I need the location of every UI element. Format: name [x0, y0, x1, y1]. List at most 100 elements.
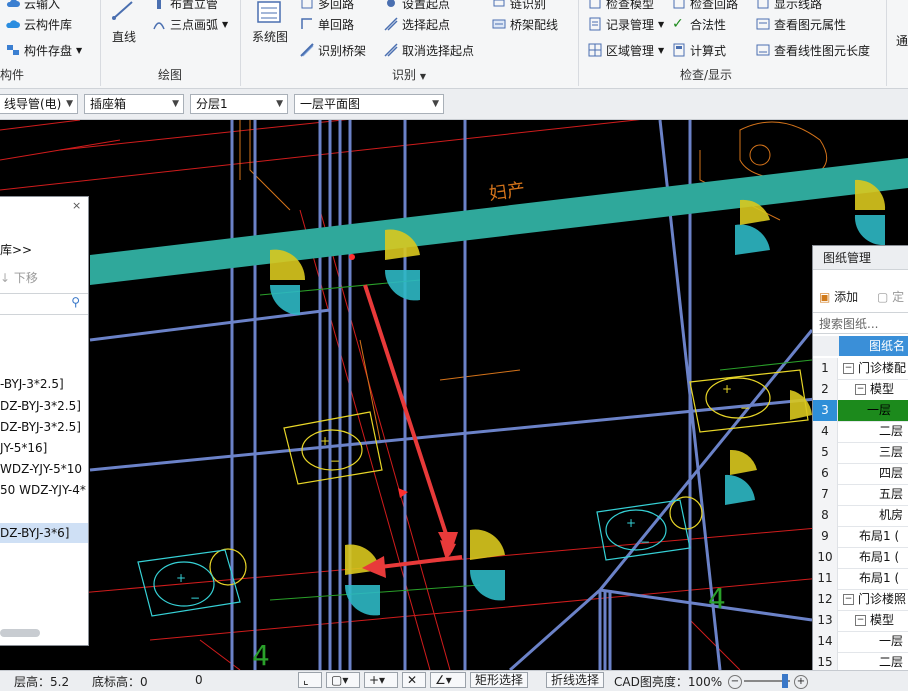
layer-select[interactable]: 分层1 ▼ — [190, 94, 288, 114]
zoom-in-icon[interactable]: + — [794, 675, 808, 689]
three-point-arc-button[interactable]: 三点画弧 ▼ — [152, 15, 228, 33]
cancel-select-start-button[interactable]: 取消选择起点 — [384, 41, 474, 59]
tree-node[interactable]: 四层 — [879, 463, 903, 484]
filter-input[interactable]: ⚲ — [0, 293, 88, 315]
table-row[interactable]: 4 二层 — [813, 421, 908, 443]
floor-select[interactable]: 一层平面图 ▼ — [294, 94, 444, 114]
identify-tray-button[interactable]: 识别桥架 — [300, 41, 366, 59]
tree-node[interactable]: 一层 — [879, 631, 903, 652]
table-row[interactable]: 7 五层 — [813, 484, 908, 506]
legality-button[interactable]: ✓ 合法性 — [672, 15, 726, 33]
tray-wiring-icon — [492, 17, 506, 31]
column-header[interactable]: 图纸名 — [839, 336, 908, 356]
component-save-button[interactable]: 构件存盘 ▼ — [6, 41, 82, 59]
collapse-icon[interactable]: − — [843, 594, 854, 605]
list-item[interactable]: 50 WDZ-YJY-4* — [0, 483, 86, 497]
svg-text:+: + — [320, 434, 330, 448]
drawing-search-input[interactable]: 搜索图纸... — [813, 312, 908, 334]
chevron-down-icon: ▼ — [222, 19, 229, 29]
table-row[interactable]: 9 布局1 ( — [813, 526, 908, 548]
general-button[interactable]: 通 — [896, 31, 908, 49]
tree-node[interactable]: − 门诊楼配 — [843, 358, 906, 379]
system-diagram-button[interactable]: 系统图 — [248, 0, 294, 60]
tree-node[interactable]: 布局1 ( — [859, 568, 899, 589]
type-select[interactable]: 线导管(电) ▼ — [0, 94, 78, 114]
arrange-riser-button[interactable]: 布置立管 — [152, 0, 218, 12]
tree-node[interactable]: 布局1 ( — [859, 526, 899, 547]
tree-node[interactable]: 三层 — [879, 442, 903, 463]
table-row[interactable]: 2 − 模型 — [813, 379, 908, 401]
tree-node[interactable]: 机房 — [879, 505, 903, 526]
table-row[interactable]: 11 布局1 ( — [813, 568, 908, 590]
ortho-toggle[interactable]: ⌞ — [298, 672, 322, 688]
cad-drawing-canvas[interactable]: + − + − + − + − 妇产 4 4 — [0, 120, 908, 670]
tree-node[interactable]: − 模型 — [855, 610, 894, 631]
add-drawing-button[interactable]: ▣ 添加 — [819, 288, 858, 305]
check-model-button[interactable]: 检查模型 — [588, 0, 654, 12]
tree-node[interactable]: 二层 — [879, 421, 903, 442]
ortho-icon: ⌞ — [303, 673, 309, 687]
selected-start-point[interactable] — [349, 254, 355, 260]
table-row[interactable]: 5 三层 — [813, 442, 908, 464]
tree-node[interactable]: − 模型 — [855, 379, 894, 400]
record-manage-button[interactable]: 记录管理 ▼ — [588, 15, 664, 33]
close-icon[interactable]: × — [72, 199, 81, 212]
table-row[interactable]: 12− 门诊楼照 — [813, 589, 908, 611]
tray-wiring-button[interactable]: 桥架配线 — [492, 15, 558, 33]
show-path-button[interactable]: 显示线路 — [756, 0, 822, 12]
cross-toggle[interactable]: ✕ — [402, 672, 426, 688]
zoom-out-icon[interactable]: − — [728, 675, 742, 689]
locate-button[interactable]: ▢ 定 — [877, 288, 904, 305]
table-row[interactable]: 8 机房 — [813, 505, 908, 527]
move-down-button[interactable]: ↓ 下移 — [0, 269, 38, 286]
check-loop-icon — [672, 0, 686, 10]
set-start-button[interactable]: 设置起点 — [384, 0, 450, 12]
library-link[interactable]: 库>> — [0, 241, 32, 258]
cloud-library-button[interactable]: 云构件库 — [6, 15, 72, 33]
table-row[interactable]: 3 一层 — [813, 400, 908, 422]
row-number: 10 — [813, 547, 838, 568]
component-select[interactable]: 插座箱 ▼ — [84, 94, 184, 114]
crosshair-toggle[interactable]: +▾ — [364, 672, 398, 688]
brightness-slider-handle[interactable] — [782, 674, 788, 688]
rect-select-button[interactable]: 矩形选择 — [470, 672, 529, 688]
tree-node[interactable]: − 门诊楼照 — [843, 589, 906, 610]
horizontal-scrollbar[interactable] — [0, 629, 40, 637]
cloud-import-button[interactable]: 云输入 — [6, 0, 60, 12]
table-row[interactable]: 13 − 模型 — [813, 610, 908, 632]
tree-node[interactable]: 五层 — [879, 484, 903, 505]
table-row[interactable]: 6 四层 — [813, 463, 908, 485]
table-row[interactable]: 14 一层 — [813, 631, 908, 653]
single-loop-button[interactable]: 单回路 — [300, 15, 354, 33]
cloud-library-icon — [6, 17, 21, 31]
collapse-icon[interactable]: − — [855, 384, 866, 395]
table-row[interactable]: 1− 门诊楼配 — [813, 358, 908, 380]
list-item-selected[interactable]: DZ-BYJ-3*6] — [0, 523, 88, 543]
floor-height-text: 层高：5.2 — [14, 675, 70, 689]
chain-identify-button[interactable]: 链识别 — [492, 0, 546, 12]
polyline-select-button[interactable]: 折线选择 — [546, 672, 605, 688]
tree-node[interactable]: 布局1 ( — [859, 547, 899, 568]
search-icon[interactable]: ⚲ — [71, 295, 80, 309]
tree-node[interactable]: 一层 — [867, 400, 891, 421]
collapse-icon[interactable]: − — [855, 615, 866, 626]
table-row[interactable]: 10 布局1 ( — [813, 547, 908, 569]
list-item[interactable]: WDZ-YJY-5*10 — [0, 462, 82, 476]
view-linear-length-button[interactable]: 查看线性图元长度 — [756, 41, 870, 59]
list-item[interactable]: DZ-BYJ-3*2.5] — [0, 399, 81, 413]
angle-toggle[interactable]: ∠▾ — [430, 672, 466, 688]
area-manage-button[interactable]: 区域管理 ▼ — [588, 41, 664, 59]
collapse-icon[interactable]: − — [843, 363, 854, 374]
snap-toggle[interactable]: ▢▾ — [326, 672, 360, 688]
select-start-button[interactable]: 选择起点 — [384, 15, 450, 33]
multi-loop-button[interactable]: 多回路 — [300, 0, 354, 12]
list-item[interactable]: DZ-BYJ-3*2.5] — [0, 420, 81, 434]
list-item[interactable]: -BYJ-3*2.5] — [0, 377, 64, 391]
cable-tray[interactable] — [90, 158, 908, 285]
list-item[interactable]: JY-5*16] — [0, 441, 47, 455]
check-loop-button[interactable]: 检查回路 — [672, 0, 738, 12]
view-element-attr-button[interactable]: 查看图元属性 — [756, 15, 846, 33]
formula-button[interactable]: 计算式 — [672, 41, 726, 59]
line-tool-button[interactable]: 直线 — [104, 0, 144, 60]
row-number: 2 — [813, 379, 838, 400]
